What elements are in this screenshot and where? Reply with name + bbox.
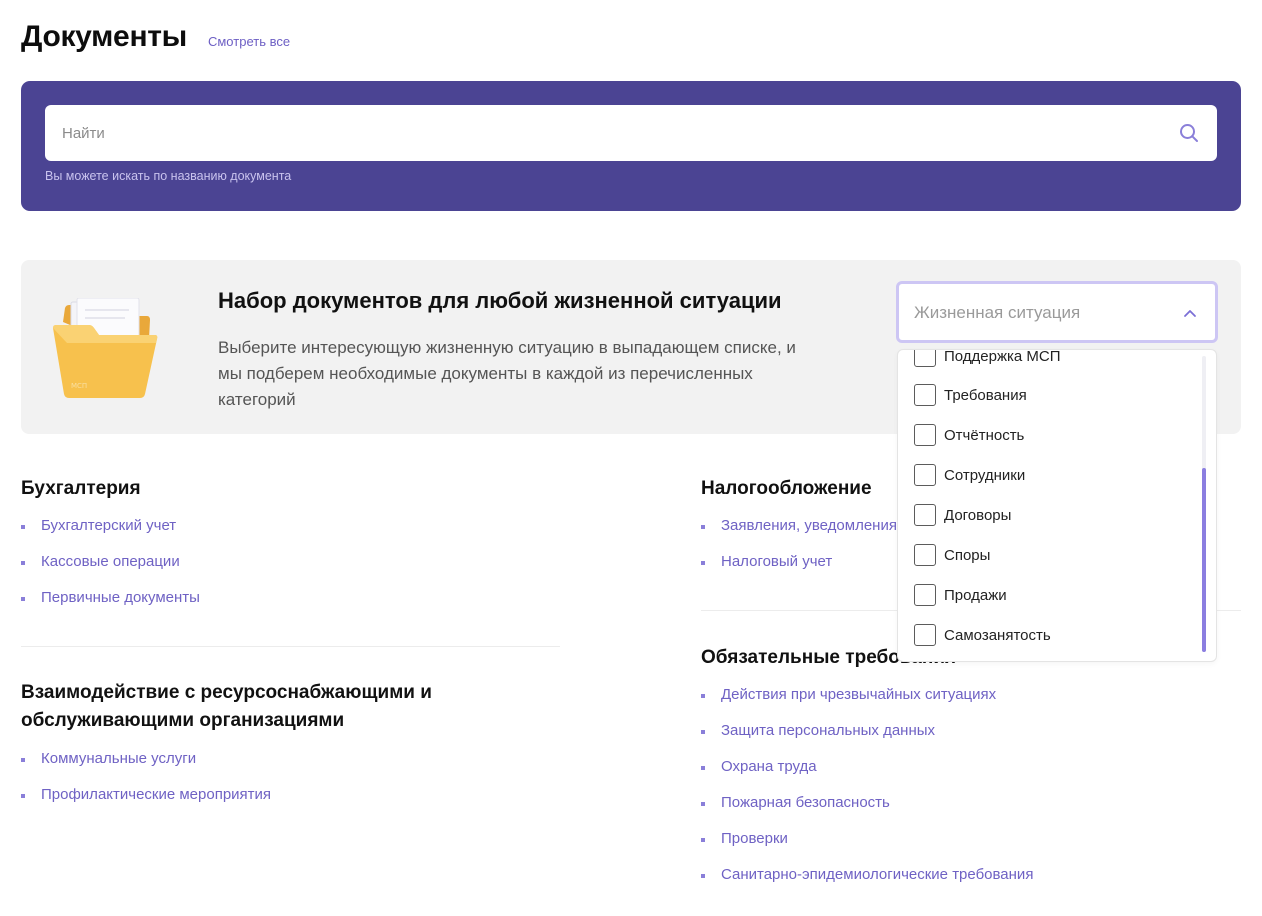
promo-title: Набор документов для любой жизненной сит…: [218, 288, 782, 313]
option-reporting[interactable]: Отчётность: [914, 423, 1024, 447]
requirements-links: Действия при чрезвычайных ситуациях Защи…: [701, 686, 1033, 902]
option-contracts[interactable]: Договоры: [914, 503, 1011, 527]
section-divider: [21, 646, 560, 647]
option-checkbox[interactable]: [914, 464, 936, 486]
link-sanitary-requirements[interactable]: Санитарно-эпидемиологические требования: [701, 866, 1033, 902]
option-disputes[interactable]: Споры: [914, 543, 990, 567]
promo-description: Выберите интересующую жизненную ситуацию…: [218, 338, 796, 409]
search-input[interactable]: [45, 105, 1165, 161]
link-accounting-records[interactable]: Бухгалтерский учет: [21, 517, 200, 553]
option-label: Споры: [944, 546, 991, 564]
option-checkbox[interactable]: [914, 584, 936, 606]
option-label: Сотрудники: [944, 466, 1026, 484]
link-cash-operations[interactable]: Кассовые операции: [21, 553, 200, 589]
option-self-employment[interactable]: Самозанятость: [914, 623, 1051, 647]
page-title: Документы: [21, 20, 187, 53]
option-checkbox[interactable]: [914, 384, 936, 406]
svg-text:МСП: МСП: [71, 382, 87, 390]
page-header: Документы Смотреть все: [21, 20, 290, 54]
taxation-links: Заявления, уведомления Налоговый учет: [701, 517, 897, 589]
search-box: [45, 105, 1217, 161]
section-title-taxation: Налогообложение: [701, 478, 872, 499]
option-sales[interactable]: Продажи: [914, 583, 1007, 607]
utilities-links: Коммунальные услуги Профилактические мер…: [21, 750, 271, 822]
option-label: Договоры: [944, 506, 1012, 524]
folder-icon: МСП: [53, 298, 158, 398]
option-employees[interactable]: Сотрудники: [914, 463, 1025, 487]
search-hint: Вы можете искать по названию документа: [45, 169, 292, 183]
accounting-links: Бухгалтерский учет Кассовые операции Пер…: [21, 517, 200, 625]
link-preventive-measures[interactable]: Профилактические мероприятия: [21, 786, 271, 822]
link-utility-services[interactable]: Коммунальные услуги: [21, 750, 271, 786]
see-all-link[interactable]: Смотреть все: [208, 34, 290, 49]
option-label: Отчётность: [944, 426, 1025, 444]
link-primary-documents[interactable]: Первичные документы: [21, 589, 200, 625]
dropdown-scrollbar-thumb[interactable]: [1202, 468, 1206, 652]
option-label: Самозанятость: [944, 626, 1051, 644]
option-checkbox[interactable]: [914, 424, 936, 446]
section-title-utilities: Взаимодействие с ресурсоснабжающими и об…: [21, 682, 432, 731]
link-applications-notices[interactable]: Заявления, уведомления: [701, 517, 897, 553]
option-label: Поддержка МСП: [944, 349, 1061, 365]
life-situation-dropdown: Поддержка МСП Требования Отчётность Сотр…: [897, 349, 1217, 662]
life-situation-select[interactable]: Жизненная ситуация: [896, 281, 1218, 343]
link-inspections[interactable]: Проверки: [701, 830, 1033, 866]
option-requirements[interactable]: Требования: [914, 383, 1027, 407]
option-checkbox[interactable]: [914, 624, 936, 646]
section-title-accounting: Бухгалтерия: [21, 478, 141, 499]
link-labor-safety[interactable]: Охрана труда: [701, 758, 1033, 794]
link-emergency-actions[interactable]: Действия при чрезвычайных ситуациях: [701, 686, 1033, 722]
link-fire-safety[interactable]: Пожарная безопасность: [701, 794, 1033, 830]
option-label: Требования: [944, 386, 1027, 404]
option-checkbox[interactable]: [914, 350, 936, 367]
option-msp-support[interactable]: Поддержка МСП: [914, 349, 1061, 368]
select-placeholder: Жизненная ситуация: [914, 303, 1081, 322]
link-personal-data-protection[interactable]: Защита персональных данных: [701, 722, 1033, 758]
chevron-up-icon: [1184, 310, 1196, 317]
search-panel: Вы можете искать по названию документа: [21, 81, 1241, 211]
link-tax-accounting[interactable]: Налоговый учет: [701, 553, 897, 589]
search-icon[interactable]: [1179, 123, 1199, 143]
option-checkbox[interactable]: [914, 504, 936, 526]
option-label: Продажи: [944, 586, 1007, 604]
option-checkbox[interactable]: [914, 544, 936, 566]
